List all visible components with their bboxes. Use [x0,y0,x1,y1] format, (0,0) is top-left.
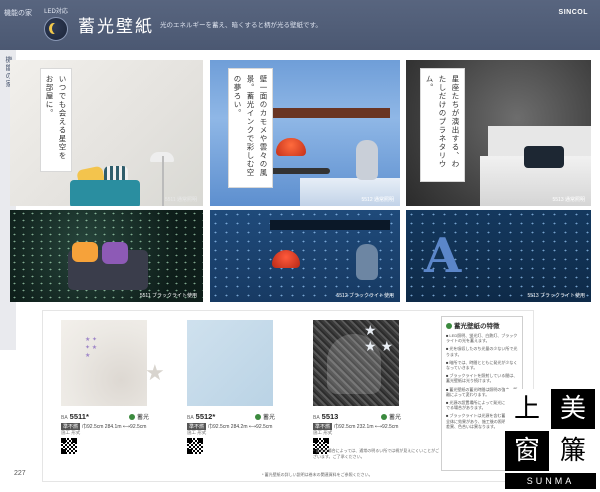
samples-panel: ★ ✦ ✦ ★ ★ ★ ★ ★ ★ BA 5511* 蓄光 準不燃 巾92.5cm 284… [42,310,534,482]
luminous-badge: 蓄光 [381,412,401,421]
logo-char: 簾 [551,431,595,471]
star-pattern-icon: ★ ★ ★ [364,322,393,354]
floor-lamp-pole [162,156,164,206]
star-icon: ★ [145,360,165,385]
corner-label: 機能の家 [4,10,32,17]
teddy-bear [356,244,378,280]
photo-caption: 5512 通常照明 [361,197,394,203]
page-number: 227 [14,470,26,477]
wall-shelf [270,108,390,118]
photo-5511-blacklight: 5511 ブラックライト使用 [10,210,203,302]
wall-shelf [270,220,390,230]
feature-item: LED照明、蛍光灯、白熱灯、ブラックライトの光を蓄えます。 [446,333,518,343]
sofa [70,180,140,206]
photo-caption: 5511 ブラックライト使用 [139,293,197,299]
swatch-5512 [187,320,273,406]
feature-item: ブラックライトを照射している間は、蓄光壁紙は光り続けます。 [446,373,518,383]
logo-wordmark: SUNMA [505,473,596,489]
navy-pillow [524,146,564,168]
sample-code: BA 5512* [187,412,216,421]
photo-copy: 壁一面のカモメや雲々の風景。蓄光インクで彩しむ空の夢ろい。 [228,68,273,188]
footnote: * 蓄光壁紙の詳しい説明は巻末の関連資料をご参照ください。 [262,472,373,477]
photo-5511-normal: いつでも会える星空をお部屋に。 5511 通常照明 [10,60,203,206]
photo-caption: 5513 通常照明 [552,197,585,203]
luminous-badge: 蓄光 [129,412,149,421]
side-table [270,168,330,174]
swatch-5513: ★ ★ ★ [313,320,399,406]
led-badge: LED対応 [42,6,70,41]
samples-note: * 蓄光の場合によっては、通常の明るい所では柄が見えにくいことがございます。ご了… [313,448,440,459]
sample-sub: 施工 形式 [61,430,81,435]
page-title: 蓄光壁紙 [78,17,154,37]
orange-pillow [72,242,98,262]
catalog-page: 機能の家 LED対応 蓄光壁紙 光のエネルギーを蓄え、暗くすると柄が光る壁紙です… [0,0,600,492]
sample-sub: 施工 形式 [313,430,333,435]
brand-logo: SINCOL [558,9,588,16]
qr-code [61,438,77,454]
logo-char: 上 [505,389,549,429]
photo-caption: 5511 通常照明 [164,197,197,203]
logo-char: 窗 [505,431,549,471]
sample-code: BA 5511* [61,412,89,421]
red-lamp [276,138,306,156]
photo-copy: 星座たちが演出する、わたしだけのプラネタリウム。 [420,68,465,182]
feature-item: 暗所では、時間とともに発光が少なくなっていきます。 [446,360,518,370]
qr-code [187,438,203,454]
sample-code: BA 5513 [313,412,339,421]
photo-5513-normal: 星座たちが演出する、わたしだけのプラネタリウム。 5513 通常照明 [406,60,591,206]
led-label: LED対応 [44,9,68,15]
photo-caption: 5513 ブラックライト使用 [527,293,585,299]
purple-pillow [102,242,128,264]
swatch-5511: ★ ✦ ✦ ★ ★ ★ [61,320,165,406]
page-tagline: 光のエネルギーを蓄え、暗くすると柄が光る壁紙です。 [160,22,322,29]
sample-spec: 準不燃 巾92.5cm 284.1m ⟷92.5cm [61,423,147,430]
sunma-logo: 上 美 窗 簾 SUNMA [505,389,596,489]
sample-sub: 施工 形式 [187,430,207,435]
letter-decoration: A [424,228,462,284]
logo-char: 美 [551,389,595,429]
star-pattern-icon: ★ ✦ ✦ ★ ★ [85,337,98,359]
teddy-bear [356,140,378,180]
sample-spec: 準不燃 巾92.5cm 284.2m ⟷92.5cm [187,423,273,430]
page-header: 機能の家 LED対応 蓄光壁紙 光のエネルギーを蓄え、暗くすると柄が光る壁紙です… [0,0,600,50]
feature-item: 光を吸収したのち光量の少ない所で光ります。 [446,346,518,356]
sample-spec: 準不燃 巾92.5cm 232.1m ⟷92.5cm [313,423,399,430]
photo-5512-normal: 壁一面のカモメや雲々の風景。蓄光インクで彩しむ空の夢ろい。 5512 通常照明 [210,60,400,206]
photo-5512-blacklight: 5512 ブラックライト使用 [210,210,400,302]
features-title: 蓄光壁紙の特徴 [446,320,518,330]
photo-caption: 5512 ブラックライト使用 [336,293,394,299]
moon-icon [44,17,68,41]
luminous-badge: 蓄光 [255,412,275,421]
photo-copy: いつでも会える星空をお部屋に。 [40,68,72,172]
photo-5513-blacklight: A 5513 ブラックライト使用 [406,210,591,302]
